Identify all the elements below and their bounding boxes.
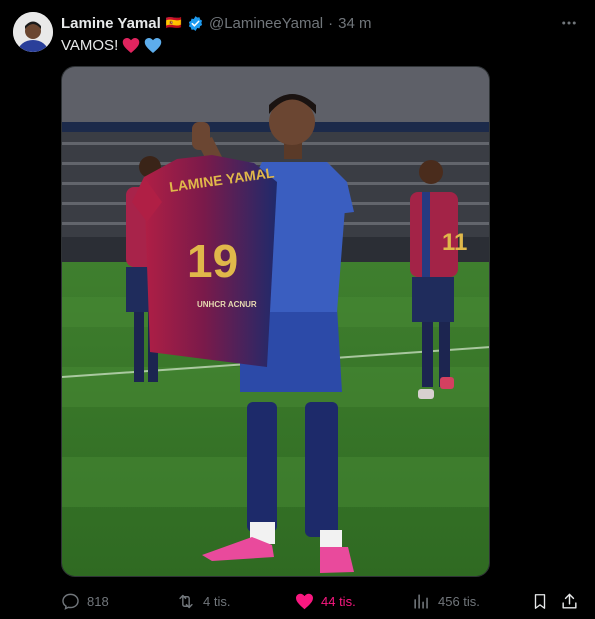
share-icon [561,593,577,609]
more-options-button[interactable] [557,11,581,35]
verified-badge-icon [187,15,204,32]
blue-heart-icon [144,38,162,53]
tweet[interactable]: Lamine Yamal 🇪🇸 @LamineeYamal · 34 m VAM… [0,0,595,619]
author-name[interactable]: Lamine Yamal [61,15,161,32]
reply-button[interactable]: 818 [61,588,109,614]
share-button[interactable] [557,589,581,613]
media-image[interactable]: 11 LAMINE YAMAL 19 UNHCR ACNUR [61,66,490,577]
jersey-sponsor: UNHCR ACNUR [197,300,257,309]
avatar[interactable] [13,12,53,52]
reply-count: 818 [87,593,109,609]
flag-icon: 🇪🇸 [165,15,182,30]
red-heart-icon [122,38,140,53]
separator: · [328,14,334,32]
more-icon [562,21,576,25]
timestamp[interactable]: 34 m [338,15,371,32]
author-handle[interactable]: @LamineeYamal [209,15,323,32]
repost-count: 4 tis. [203,593,231,609]
like-count: 44 tis. [321,593,356,609]
tweet-text: VAMOS! [61,37,162,54]
repost-button[interactable]: 4 tis. [176,588,230,614]
bookmark-icon [534,593,546,609]
tweet-actions: 818 4 tis. 44 tis. 456 tis. [0,588,595,614]
bookmark-button[interactable] [528,589,552,613]
held-jersey: LAMINE YAMAL 19 UNHCR ACNUR [132,155,277,367]
like-button[interactable]: 44 tis. [295,588,356,614]
views-count: 456 tis. [438,593,480,609]
views-chart-icon [414,593,428,609]
repost-icon [179,594,193,608]
background-player-number: 11 [442,229,467,256]
heart-filled-icon [296,593,313,609]
reply-icon [62,593,79,610]
views-button[interactable]: 456 tis. [412,588,480,614]
tweet-text-content: VAMOS! [61,37,119,54]
jersey-number: 19 [187,235,238,287]
